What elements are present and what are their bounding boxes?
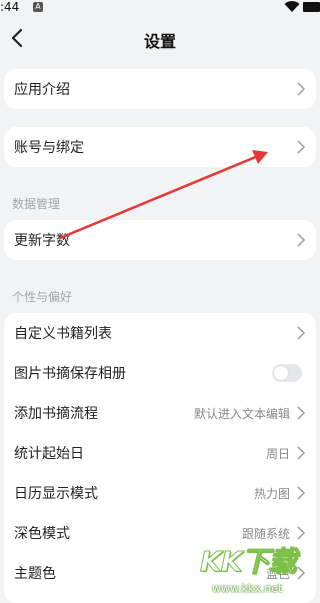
update-wordcount-row[interactable]: 更新字数 [4, 220, 316, 260]
stats-start-day-row[interactable]: 统计起始日 周日 [4, 433, 316, 473]
row-value: 周日 [265, 446, 290, 461]
chevron-right-icon [297, 446, 306, 460]
row-value: 热力图 [253, 486, 290, 501]
add-excerpt-flow-row[interactable]: 添加书摘流程 默认进入文本编辑 [4, 393, 316, 433]
status-time: :44 [0, 0, 20, 14]
app-intro-card: 应用介绍 [4, 69, 316, 109]
chevron-right-icon [297, 526, 306, 540]
chevron-right-icon [297, 406, 306, 420]
row-label: 账号与绑定 [14, 140, 84, 156]
section-title-data: 数据管理 [12, 197, 61, 211]
row-label: 自定义书籍列表 [14, 326, 112, 342]
toggle-knob [274, 366, 288, 380]
watermark-logo: KK下载 www.kkx.net [199, 540, 318, 598]
wifi-icon [284, 1, 300, 13]
row-value: 跟随系统 [241, 526, 290, 541]
chevron-right-icon [297, 486, 306, 500]
nav-bar: 设置 [0, 16, 320, 62]
row-label: 统计起始日 [14, 446, 84, 462]
watermark-url: www.kkx.net [212, 582, 283, 595]
chevron-right-icon [297, 233, 306, 247]
app-intro-row[interactable]: 应用介绍 [4, 69, 316, 109]
notification-icon: A [33, 2, 43, 12]
status-bar: :44 A [0, 0, 320, 16]
row-label: 添加书摘流程 [14, 406, 98, 422]
page-title: 设置 [143, 32, 176, 51]
account-binding-card: 账号与绑定 [4, 127, 316, 167]
row-value: 默认进入文本编辑 [193, 406, 290, 421]
custom-book-list-row[interactable]: 自定义书籍列表 [4, 313, 316, 353]
row-label: 应用介绍 [14, 82, 70, 98]
battery-icon [303, 2, 320, 12]
account-binding-row[interactable]: 账号与绑定 [4, 127, 316, 167]
chevron-right-icon [297, 140, 306, 154]
watermark-logo-text: KK下载 [199, 545, 296, 579]
row-label: 更新字数 [14, 233, 70, 249]
chevron-right-icon [297, 326, 306, 340]
row-label: 日历显示模式 [14, 486, 98, 502]
save-image-toggle[interactable] [272, 364, 302, 382]
section-title-personal: 个性与偏好 [12, 290, 73, 304]
chevron-right-icon [297, 82, 306, 96]
data-card: 更新字数 [4, 220, 316, 260]
row-label: 图片书摘保存相册 [14, 366, 126, 382]
save-image-album-row: 图片书摘保存相册 [4, 353, 316, 393]
calendar-mode-row[interactable]: 日历显示模式 热力图 [4, 473, 316, 513]
